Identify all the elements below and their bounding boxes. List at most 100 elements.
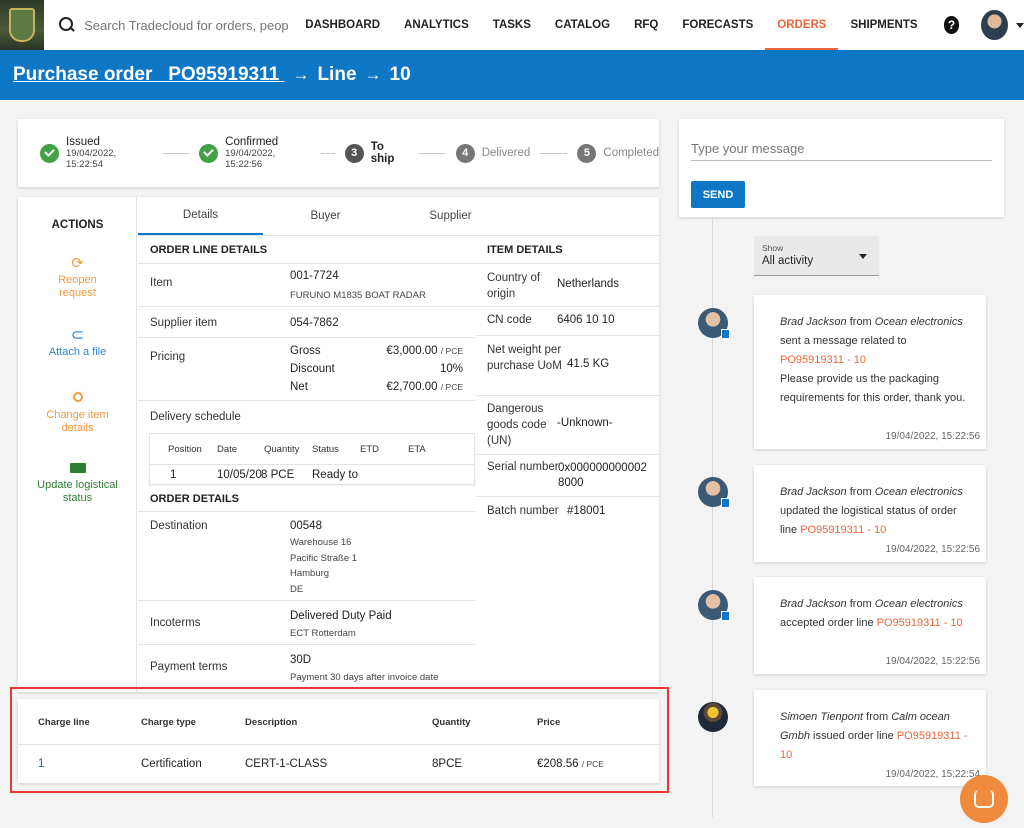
nav-analytics[interactable]: ANALYTICS	[392, 0, 481, 50]
nav-orders[interactable]: ORDERS	[765, 0, 839, 50]
action-label: Update logistical status	[37, 479, 118, 504]
detail-tabs: Details Buyer Supplier	[138, 197, 659, 235]
activity-text: Brad Jackson from Ocean electronics acce…	[780, 598, 963, 629]
chevron-down-icon	[859, 254, 867, 259]
charge-line-id[interactable]: 1	[38, 758, 44, 770]
order-line-link[interactable]: PO95919311 - 10	[800, 524, 886, 536]
step-connector	[418, 152, 446, 154]
activity-time: 19/04/2022, 15:22:56	[885, 656, 980, 667]
reopen-request-button[interactable]: ⟳ Reopen request	[18, 256, 137, 300]
attach-file-button[interactable]: ⊂ Attach a file	[18, 327, 137, 359]
divider	[18, 744, 659, 745]
nav-dashboard[interactable]: DASHBOARD	[293, 0, 392, 50]
item-code: 001-7724	[290, 270, 339, 282]
step-connector	[540, 152, 568, 154]
nav-rfq[interactable]: RFQ	[622, 0, 670, 50]
table-header: Charge line	[38, 717, 90, 728]
payment-terms-label: Payment terms	[150, 661, 228, 673]
divider	[138, 306, 475, 307]
net-value: €2,700.00 / PCE	[386, 381, 463, 393]
user-avatar[interactable]	[981, 10, 1009, 40]
supplier-item-value: 054-7862	[290, 317, 339, 329]
address-line: Hamburg	[290, 568, 330, 579]
discount-label: Discount	[290, 363, 335, 375]
activity-item: Brad Jackson from Ocean electronics sent…	[754, 295, 986, 449]
paperclip-icon: ⊂	[70, 327, 85, 344]
tab-supplier[interactable]: Supplier	[388, 197, 513, 235]
step-date: 19/04/2022, 15:22:54	[66, 148, 117, 170]
country-label: Country of origin	[487, 272, 541, 300]
step-number: 5	[577, 143, 597, 163]
address-line: Warehouse 16	[290, 537, 352, 548]
table-header: Quantity	[264, 444, 300, 455]
divider	[138, 337, 475, 338]
item-label: Item	[150, 277, 173, 289]
search-icon[interactable]	[58, 16, 74, 34]
top-navigation: DASHBOARD ANALYTICS TASKS CATALOG RFQ FO…	[0, 0, 1024, 50]
table-header: ETA	[408, 444, 426, 455]
chevron-down-icon[interactable]	[1016, 22, 1024, 28]
nav-links: DASHBOARD ANALYTICS TASKS CATALOG RFQ FO…	[293, 0, 929, 50]
nav-tasks[interactable]: TASKS	[481, 0, 543, 50]
table-header: Date	[217, 444, 238, 455]
order-line-link[interactable]: PO95919311 - 10	[780, 354, 866, 366]
action-label: Reopen request	[58, 274, 97, 299]
incoterms-label: Incoterms	[150, 617, 201, 629]
change-item-details-button[interactable]: Change item details	[18, 390, 137, 435]
activity-time: 19/04/2022, 15:22:56	[885, 544, 980, 555]
step-label: Delivered	[481, 147, 531, 159]
table-header: Position	[168, 444, 202, 455]
table-header: Description	[245, 717, 298, 728]
breadcrumb-order-link[interactable]: Purchase order PO95919311	[13, 64, 284, 86]
page-header: Purchase order PO95919311 → Line → 10	[0, 50, 1024, 100]
section-title: ORDER DETAILS	[150, 493, 240, 505]
divider	[138, 600, 475, 601]
check-icon	[199, 143, 219, 163]
gear-icon	[70, 390, 85, 404]
company-badge-icon	[721, 329, 730, 339]
tab-divider	[138, 235, 659, 236]
chat-support-button[interactable]	[960, 775, 1008, 823]
tab-buyer[interactable]: Buyer	[263, 197, 388, 235]
nav-shipments[interactable]: SHIPMENTS	[838, 0, 929, 50]
table-header: Price	[537, 717, 561, 728]
update-logistical-status-button[interactable]: Update logistical status	[18, 463, 137, 505]
step-connector	[321, 152, 335, 154]
payment-terms-value: 30D	[290, 654, 312, 666]
tab-details[interactable]: Details	[138, 197, 263, 235]
activity-filter-select[interactable]: Show All activity	[754, 236, 879, 276]
search-input[interactable]	[84, 17, 290, 33]
help-icon[interactable]: ?	[943, 16, 960, 34]
destination-code: 00548	[290, 520, 322, 532]
order-line-link[interactable]: PO95919311 - 10	[877, 617, 963, 629]
gross-label: Gross	[290, 345, 321, 357]
company-badge-icon	[721, 611, 730, 621]
action-label: Change item details	[46, 409, 109, 434]
company-logo[interactable]	[0, 0, 45, 50]
pricing-label: Pricing	[150, 351, 186, 363]
table-header: Quantity	[432, 717, 471, 728]
filter-value: All activity	[762, 255, 814, 267]
address-line: DE	[290, 584, 304, 595]
table-cell: 10/05/20	[217, 469, 262, 481]
nav-catalog[interactable]: CATALOG	[543, 0, 622, 50]
nav-forecasts[interactable]: FORECASTS	[670, 0, 765, 50]
table-header: Status	[312, 444, 339, 455]
step-label: Confirmed	[225, 136, 279, 148]
avatar	[698, 308, 730, 339]
step-delivered: 4 Delivered	[455, 143, 531, 163]
shield-icon	[9, 8, 36, 42]
step-label: To ship	[370, 141, 395, 165]
gross-value: €3,000.00 / PCE	[386, 345, 463, 357]
arrow-right-icon: →	[292, 65, 310, 84]
item-name: FURUNO M1835 BOAT RADAR	[290, 290, 426, 301]
payment-terms-desc: Payment 30 days after invoice date	[290, 672, 439, 683]
send-button[interactable]: SEND	[691, 181, 745, 208]
chat-icon	[974, 790, 994, 808]
avatar	[698, 590, 730, 621]
charge-type: Certification	[141, 758, 202, 770]
arrow-right-icon: →	[364, 65, 382, 84]
message-input[interactable]	[691, 141, 992, 161]
step-label: Completed	[603, 147, 660, 159]
delivery-schedule-table: Position Date Quantity Status ETD ETA 1 …	[149, 433, 475, 485]
